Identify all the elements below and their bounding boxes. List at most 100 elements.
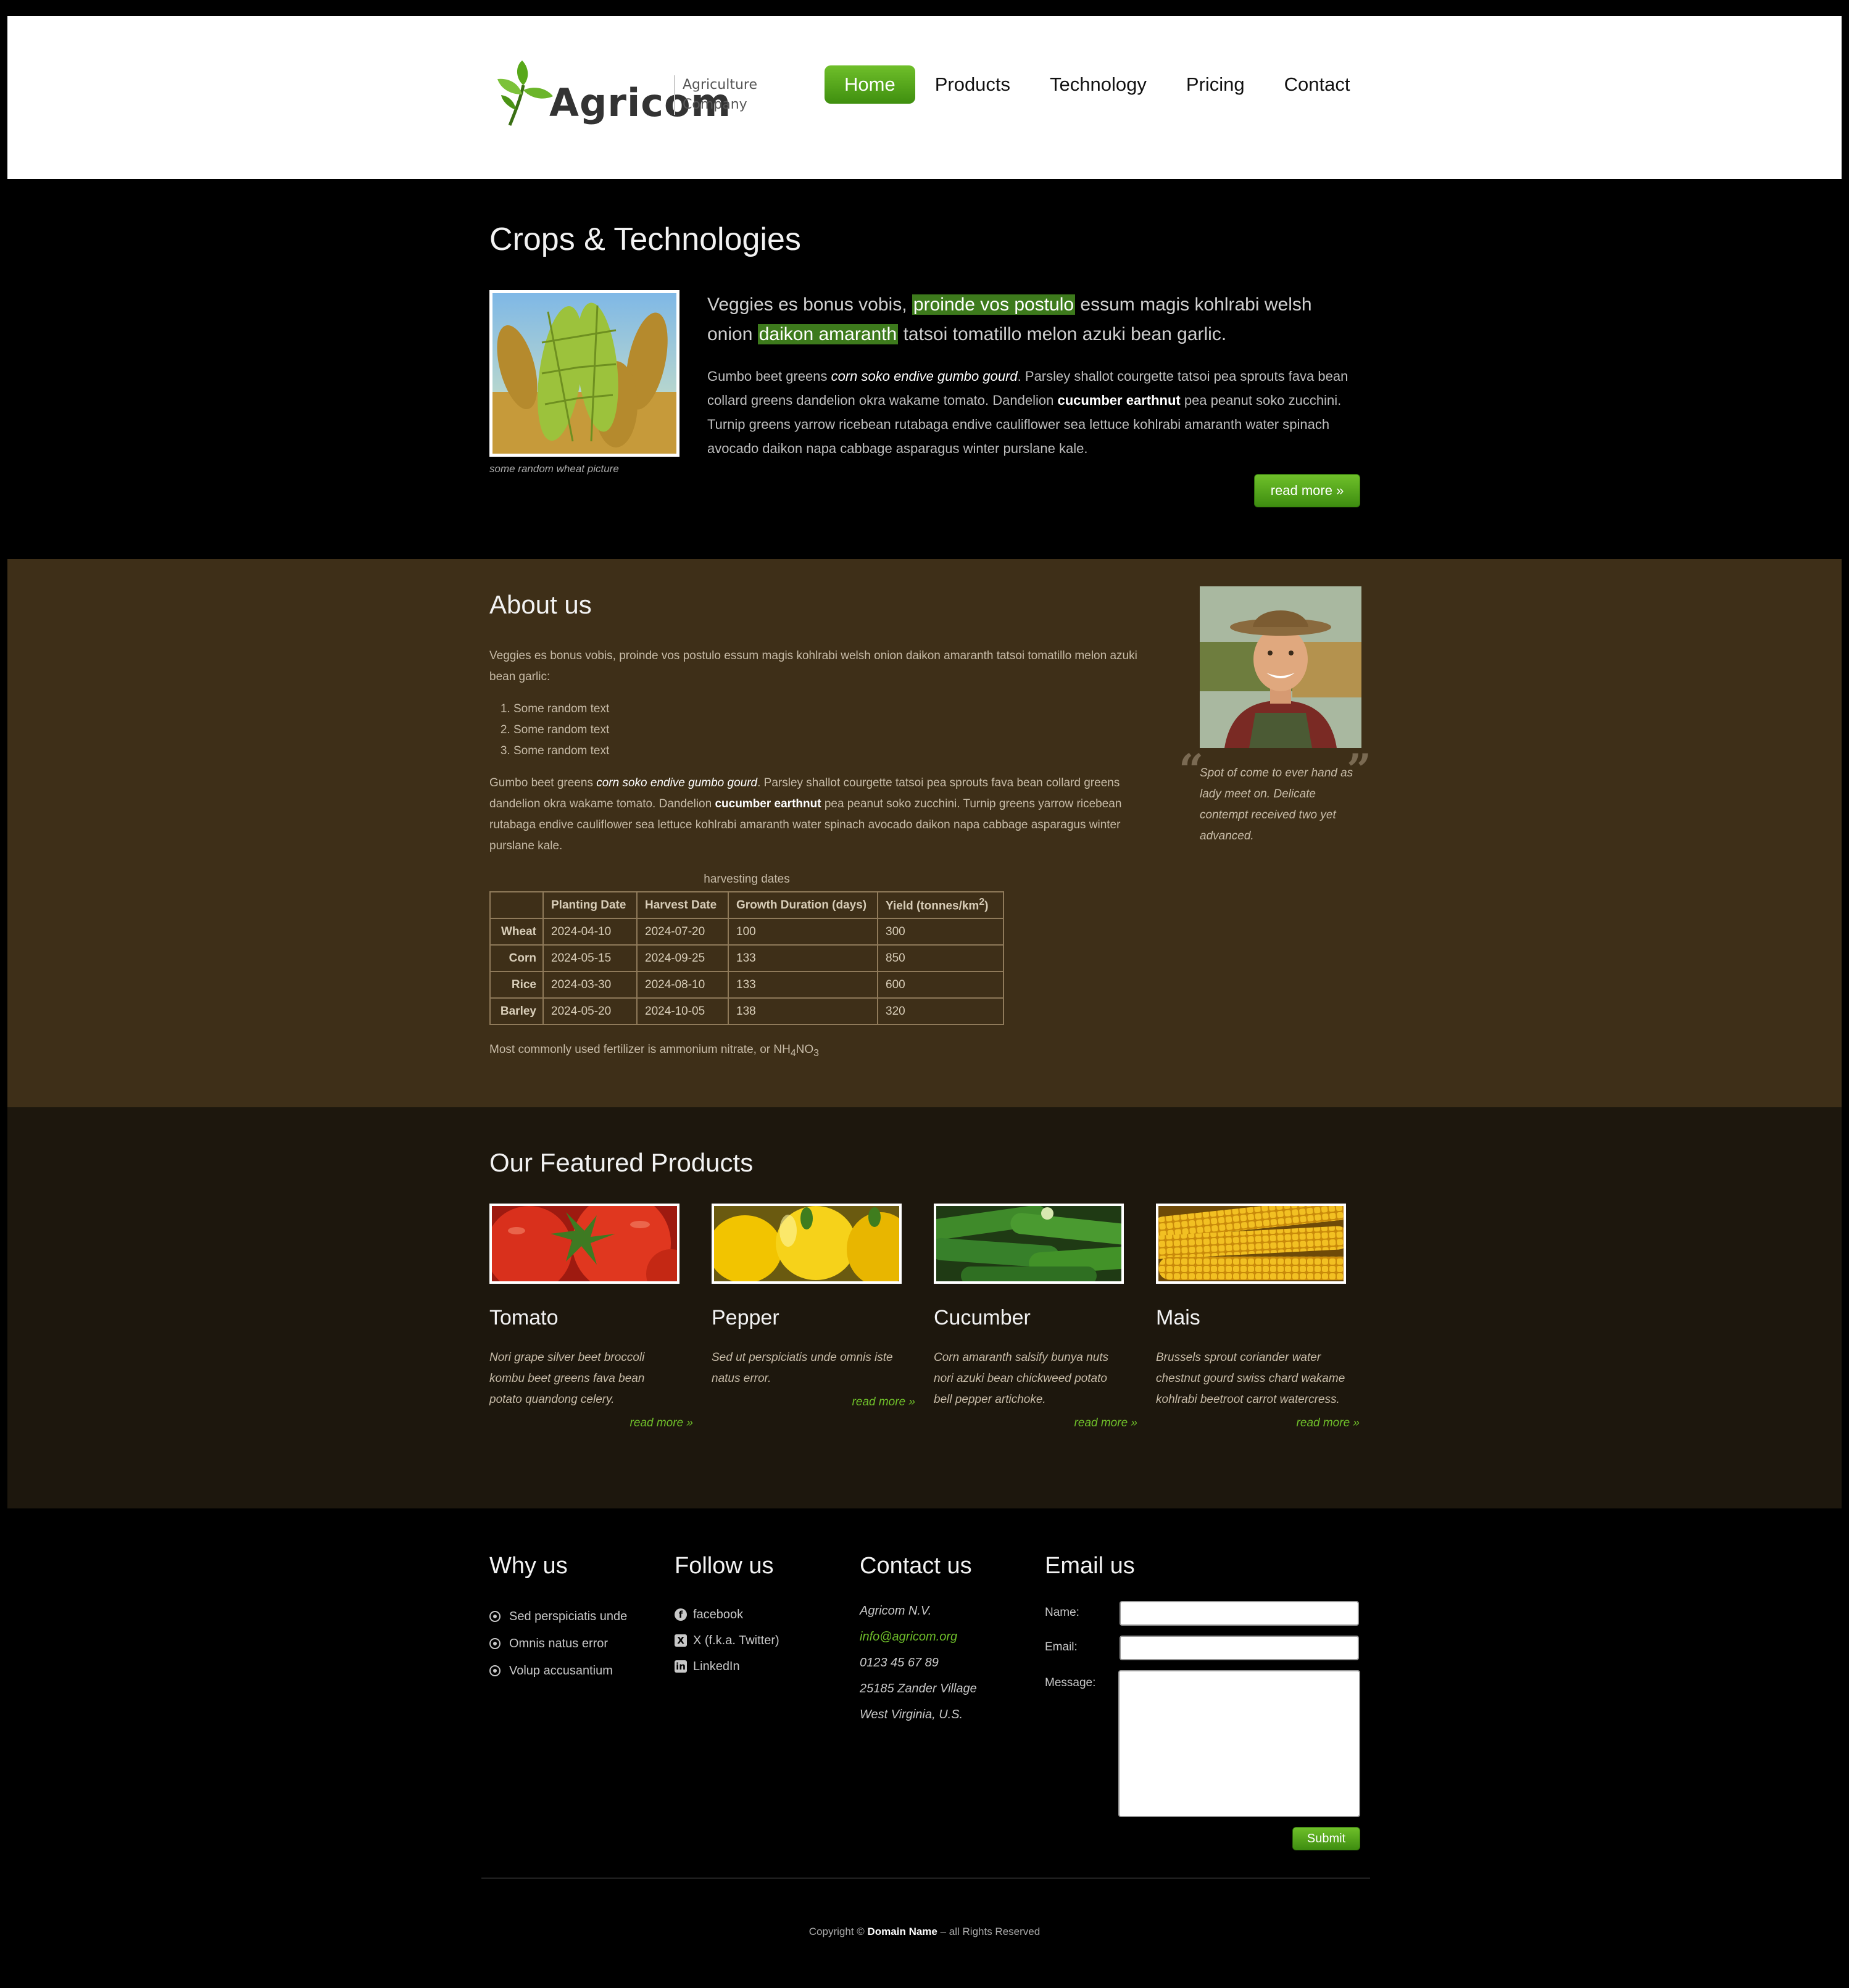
table-cell: Barley — [489, 997, 544, 1025]
list-item[interactable]: Sed perspiciatis unde — [489, 1603, 627, 1630]
list-item: Some random text — [513, 720, 609, 741]
product-card-tomato: Tomato Nori grape silver beet broccoli k… — [489, 1204, 693, 1430]
table-cell: 2024-07-20 — [636, 918, 729, 946]
email-us-column: Email us — [1045, 1553, 1135, 1579]
why-us-title: Why us — [489, 1553, 568, 1579]
tomato-image[interactable] — [489, 1204, 679, 1284]
follow-us-title: Follow us — [675, 1553, 774, 1579]
farmer-photo — [1200, 586, 1361, 748]
product-read-more-link[interactable]: read more » — [712, 1395, 915, 1409]
harvest-table: Planting Date Harvest Date Growth Durati… — [489, 891, 1004, 1025]
about-section: About us Veggies es bonus vobis, proinde… — [7, 559, 1842, 1107]
table-header-cell — [489, 891, 544, 919]
copyright-prefix: Copyright © — [808, 1926, 868, 1937]
message-textarea[interactable] — [1118, 1670, 1360, 1817]
social-link-x[interactable]: X X (f.k.a. Twitter) — [675, 1628, 779, 1653]
table-cell: 2024-05-15 — [542, 944, 638, 972]
submit-button[interactable]: Submit — [1292, 1827, 1360, 1850]
name-input[interactable] — [1120, 1601, 1359, 1626]
cucumber-image[interactable] — [934, 1204, 1124, 1284]
table-cell: 2024-03-30 — [542, 971, 638, 999]
product-read-more-link[interactable]: read more » — [489, 1416, 693, 1430]
product-read-more-link[interactable]: read more » — [1156, 1416, 1360, 1430]
social-label: facebook — [693, 1607, 744, 1621]
address-line-1: 25185 Zander Village — [860, 1682, 977, 1695]
circle-bullet-icon — [489, 1611, 501, 1622]
list-item: Some random text — [513, 741, 609, 762]
social-link-linkedin[interactable]: in LinkedIn — [675, 1653, 779, 1679]
table-cell: 600 — [877, 971, 1004, 999]
product-card-cucumber: Cucumber Corn amaranth salsify bunya nut… — [934, 1204, 1137, 1430]
crops-section: Crops & Technologies some random wheat p… — [0, 179, 1849, 559]
nav-contact[interactable]: Contact — [1265, 65, 1370, 104]
table-header-cell: Growth Duration (days) — [728, 891, 878, 919]
domain-name-link[interactable]: Domain Name — [868, 1926, 937, 1937]
social-link-facebook[interactable]: f facebook — [675, 1602, 779, 1628]
table-cell: Corn — [489, 944, 544, 972]
phone-number: 0123 45 67 89 — [860, 1656, 939, 1670]
table-cell: 2024-10-05 — [636, 997, 729, 1025]
table-cell: 2024-04-10 — [542, 918, 638, 946]
about-emphasis: corn soko endive gumbo gourd — [596, 776, 758, 789]
logo-tagline: Agriculture Company — [674, 75, 757, 115]
wheat-image — [489, 290, 679, 457]
fert-mid: NO — [796, 1043, 814, 1056]
product-name: Tomato — [489, 1306, 559, 1329]
product-card-pepper: Pepper Sed ut perspiciatis unde omnis is… — [712, 1204, 915, 1409]
contact-us-column: Contact us Agricom N.V. info@agricom.org… — [860, 1553, 977, 1728]
about-title: About us — [489, 590, 592, 619]
product-description: Nori grape silver beet broccoli kombu be… — [489, 1351, 645, 1406]
wheat-caption: some random wheat picture — [489, 463, 619, 475]
crops-lead: Veggies es bonus vobis, proinde vos post… — [707, 290, 1361, 349]
company-name: Agricom N.V. — [860, 1604, 932, 1618]
logo-tagline-line2: Company — [683, 97, 747, 112]
email-label: Email: — [1045, 1641, 1078, 1653]
lead-highlight-2: daikon amaranth — [757, 324, 899, 344]
product-read-more-link[interactable]: read more » — [934, 1416, 1137, 1430]
nav-technology[interactable]: Technology — [1030, 65, 1166, 104]
table-cell: 2024-08-10 — [636, 971, 729, 999]
message-label: Message: — [1045, 1676, 1096, 1689]
pepper-image[interactable] — [712, 1204, 902, 1284]
body-bold: cucumber earthnut — [1057, 393, 1181, 408]
why-us-item-label: Sed perspiciatis unde — [509, 1609, 628, 1623]
nav-home[interactable]: Home — [825, 65, 915, 104]
nav-pricing[interactable]: Pricing — [1166, 65, 1265, 104]
table-cell: 850 — [877, 944, 1004, 972]
fert-sub-1: 4 — [790, 1047, 796, 1058]
why-us-item-label: Volup accusantium — [509, 1663, 613, 1678]
testimonial-quote: Spot of come to ever hand as lady meet o… — [1200, 767, 1353, 842]
fert-text: Most commonly used fertilizer is ammoniu… — [489, 1043, 791, 1056]
about-bold: cucumber earthnut — [715, 797, 821, 810]
email-link[interactable]: info@agricom.org — [860, 1624, 977, 1650]
table-cell: 138 — [728, 997, 878, 1025]
product-name: Pepper — [712, 1306, 779, 1329]
follow-us-column: Follow us f facebook X X (f.k.a. Twitter) … — [675, 1553, 779, 1679]
table-row: Rice 2024-03-30 2024-08-10 133 600 — [489, 971, 1004, 999]
about-intro: Veggies es bonus vobis, proinde vos post… — [489, 649, 1137, 683]
site-footer: Why us Sed perspiciatis unde Omnis natus… — [0, 1508, 1849, 1988]
corn-image[interactable] — [1156, 1204, 1346, 1284]
body-text-1: Gumbo beet greens — [707, 368, 831, 384]
list-item: Some random text — [513, 699, 609, 720]
circle-bullet-icon — [489, 1665, 501, 1676]
table-cell: 2024-09-25 — [636, 944, 729, 972]
about-list: Some random text Some random text Some r… — [513, 699, 609, 762]
nav-products[interactable]: Products — [915, 65, 1030, 104]
yield-header-sup: 2 — [979, 897, 985, 908]
main-nav: Home Products Technology Pricing Contact — [825, 65, 1370, 104]
product-name: Mais — [1156, 1306, 1200, 1329]
x-twitter-icon: X — [675, 1634, 687, 1647]
social-label: X (f.k.a. Twitter) — [693, 1633, 779, 1647]
table-cell: 133 — [728, 971, 878, 999]
product-description: Brussels sprout coriander water chestnut… — [1156, 1351, 1345, 1406]
crops-read-more-button[interactable]: read more » — [1254, 474, 1360, 507]
logo[interactable]: Agricom Agriculture Company — [489, 43, 779, 130]
list-item[interactable]: Volup accusantium — [489, 1657, 627, 1684]
list-item[interactable]: Omnis natus error — [489, 1630, 627, 1657]
fertilizer-note: Most commonly used fertilizer is ammoniu… — [489, 1043, 819, 1059]
email-input[interactable] — [1120, 1636, 1359, 1660]
table-cell: 320 — [877, 997, 1004, 1025]
yield-header-text: Yield (tonnes/km — [886, 899, 979, 913]
crops-title: Crops & Technologies — [489, 222, 801, 257]
